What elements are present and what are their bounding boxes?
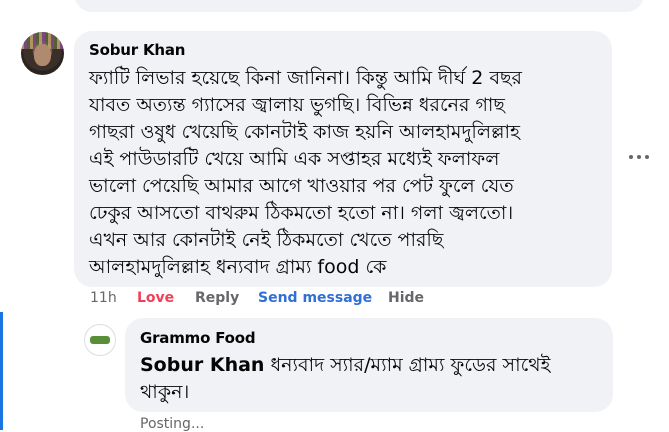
thread-indicator — [0, 312, 3, 430]
more-dot — [637, 155, 641, 159]
hide-button[interactable]: Hide — [388, 290, 424, 306]
reply-line: থাকুন। — [140, 381, 190, 403]
comment-timestamp[interactable]: 11h — [90, 290, 117, 306]
love-reaction-button[interactable]: Love — [137, 290, 174, 306]
reply-author[interactable]: Grammo Food — [140, 329, 256, 347]
more-horizontal-icon[interactable] — [629, 150, 649, 164]
more-dot — [629, 155, 633, 159]
reply-button[interactable]: Reply — [195, 290, 239, 306]
mention-link[interactable]: Sobur Khan — [140, 354, 264, 376]
reply-line: Sobur Khan ধন্যবাদ স্যার/ম্যাম গ্রাম্য ফ… — [140, 351, 550, 383]
comment-author[interactable]: Sobur Khan — [89, 41, 185, 59]
previous-comment-bubble — [74, 0, 644, 12]
avatar[interactable] — [21, 32, 64, 75]
comment-line: আলহামদুলিল্লাহ ধন্যবাদ গ্রাম্য food কে — [89, 256, 387, 278]
avatar-face — [34, 44, 51, 66]
send-message-button[interactable]: Send message — [258, 290, 372, 306]
more-dot — [645, 155, 649, 159]
grammo-logo-icon — [90, 336, 110, 344]
reply-line-text: ধন্যবাদ স্যার/ম্যাম গ্রাম্য ফুডের সাথেই — [270, 354, 551, 376]
reply-avatar[interactable] — [84, 324, 116, 356]
